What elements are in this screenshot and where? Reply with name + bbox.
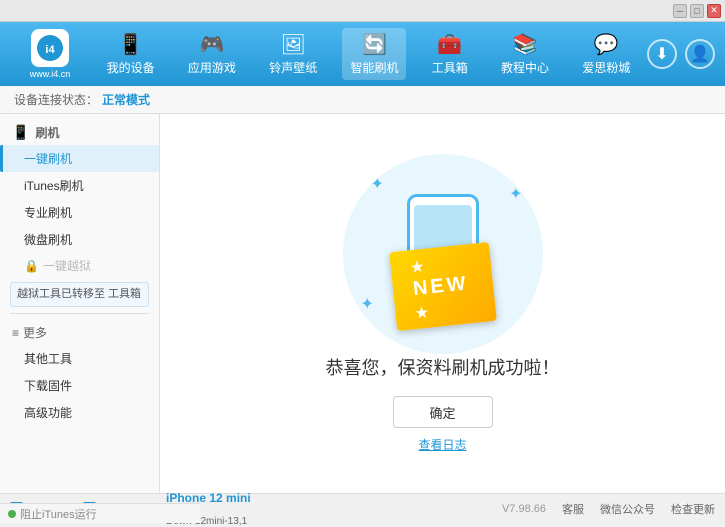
sparkle-top-right: ✦ [509, 184, 522, 204]
maximize-button[interactable]: □ [690, 4, 704, 18]
confirm-button[interactable]: 确定 [393, 396, 493, 428]
apps-games-icon: 🎮 [199, 32, 224, 57]
nav-aisifan[interactable]: 💬 爱思粉城 [574, 28, 638, 80]
app-logo: i4 www.i4.cn [10, 29, 90, 79]
smart-flash-icon: 🔄 [362, 32, 387, 57]
status-bar: 设备连接状态： 正常模式 [0, 86, 725, 114]
view-log-link[interactable]: 查看日志 [418, 436, 466, 453]
sidebar-item-micro-flash[interactable]: 微盘刷机 [0, 226, 159, 253]
nav-items: 📱 我的设备 🎮 应用游戏 🖼 铃声壁纸 🔄 智能刷机 🧰 工具箱 📚 教程中心… [90, 28, 647, 80]
main-layout: 📱 刷机 一键刷机 iTunes刷机 专业刷机 微盘刷机 🔒 一键越狱 越狱工具… [0, 114, 725, 493]
main-content: ✦ ✦ ✦ NEW 恭喜您，保资料刷机成功啦！ 确定 查看日志 [160, 114, 725, 493]
ringtone-wallpaper-icon: 🖼 [281, 32, 306, 57]
nav-my-device[interactable]: 📱 我的设备 [99, 28, 163, 80]
sidebar-item-advanced[interactable]: 高级功能 [0, 399, 159, 426]
aisifan-icon: 💬 [594, 32, 619, 57]
nav-tutorial[interactable]: 📚 教程中心 [493, 28, 557, 80]
close-button[interactable]: ✕ [707, 4, 721, 18]
title-bar: ─ □ ✕ [0, 0, 725, 22]
sidebar-item-itunes-flash[interactable]: iTunes刷机 [0, 172, 159, 199]
nav-apps-games[interactable]: 🎮 应用游戏 [180, 28, 244, 80]
sidebar-item-onekey-flash[interactable]: 一键刷机 [0, 145, 159, 172]
account-button[interactable]: 👤 [685, 39, 715, 69]
wechat-link[interactable]: 微信公众号 [600, 501, 655, 517]
service-link[interactable]: 客服 [562, 501, 584, 517]
itunes-status-bar: 阻止iTunes运行 [0, 503, 200, 523]
nav-smart-flash[interactable]: 🔄 智能刷机 [342, 28, 406, 80]
lock-icon: 🔒 [24, 259, 39, 273]
success-message: 恭喜您，保资料刷机成功啦！ [326, 354, 560, 380]
my-device-icon: 📱 [118, 32, 143, 57]
flash-section-icon: 📱 [12, 124, 29, 141]
logo-icon: i4 [31, 29, 69, 67]
sidebar-item-pro-flash[interactable]: 专业刷机 [0, 199, 159, 226]
success-illustration: ✦ ✦ ✦ NEW [343, 154, 543, 354]
nav-actions: ⬇ 👤 [647, 39, 715, 69]
nav-toolbox[interactable]: 🧰 工具箱 [424, 28, 476, 80]
toolbox-icon: 🧰 [437, 32, 462, 57]
tutorial-icon: 📚 [513, 32, 538, 57]
sidebar-item-other-tools[interactable]: 其他工具 [0, 345, 159, 372]
minimize-button[interactable]: ─ [673, 4, 687, 18]
sidebar-item-jailbreak-disabled: 🔒 一键越狱 [0, 253, 159, 278]
sparkle-bottom-left: ✦ [361, 294, 374, 314]
phone-circle: ✦ ✦ ✦ NEW [343, 154, 543, 354]
sidebar-divider [10, 313, 149, 314]
sidebar-item-download-firmware[interactable]: 下载固件 [0, 372, 159, 399]
itunes-status-dot [8, 510, 16, 518]
sidebar-section-flash: 📱 刷机 [0, 120, 159, 145]
bottom-right: V7.98.66 客服 微信公众号 检查更新 [502, 501, 715, 517]
sidebar-jailbreak-note: 越狱工具已转移至 工具箱 [10, 282, 149, 307]
svg-text:i4: i4 [45, 44, 55, 56]
sidebar-section-more: ≡ 更多 [0, 320, 159, 345]
sparkle-top-left: ✦ [371, 174, 384, 194]
nav-ringtone-wallpaper[interactable]: 🖼 铃声壁纸 [261, 28, 325, 80]
update-link[interactable]: 检查更新 [671, 501, 715, 517]
new-badge: NEW [389, 242, 497, 331]
download-button[interactable]: ⬇ [647, 39, 677, 69]
nav-bar: i4 www.i4.cn 📱 我的设备 🎮 应用游戏 🖼 铃声壁纸 🔄 智能刷机… [0, 22, 725, 86]
sidebar: 📱 刷机 一键刷机 iTunes刷机 专业刷机 微盘刷机 🔒 一键越狱 越狱工具… [0, 114, 160, 493]
more-icon: ≡ [12, 326, 19, 340]
